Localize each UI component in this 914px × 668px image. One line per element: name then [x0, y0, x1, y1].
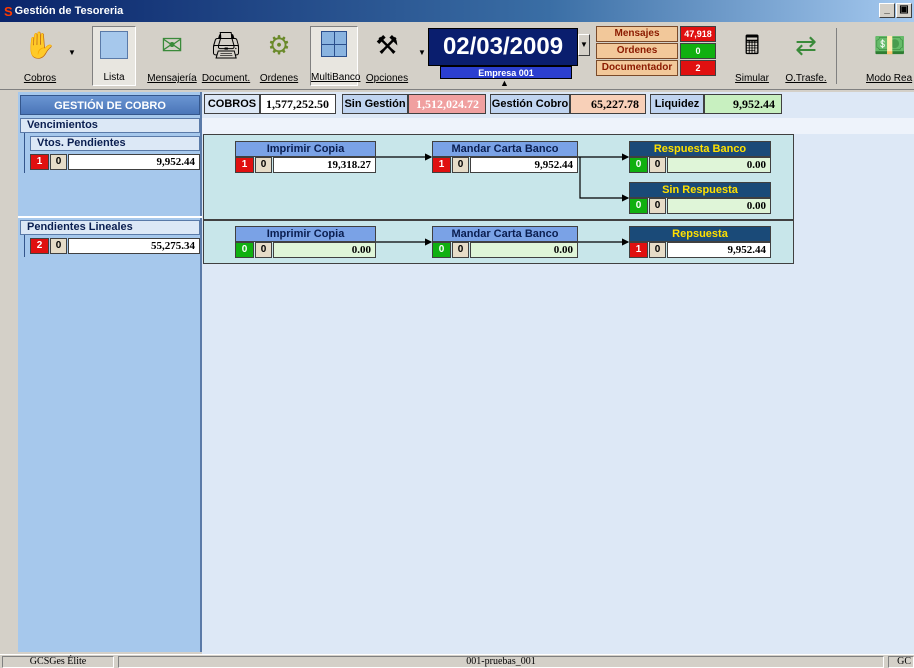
- flow1-respuesta-banco-title[interactable]: Respuesta Banco: [629, 141, 771, 157]
- modo-real-button[interactable]: 💵 Modo Rea: [866, 26, 914, 86]
- tree-line: [24, 235, 25, 257]
- current-date: 02/03/2009: [428, 28, 578, 66]
- pendientes-lineales-counter[interactable]: 2 0 55,275.34: [30, 238, 200, 254]
- gestion-cobro-value: 65,227.78: [570, 94, 646, 114]
- multi-bank-grid-icon: [321, 31, 347, 57]
- gestion-cobro-label[interactable]: Gestión Cobro: [490, 94, 570, 114]
- flow1-mandar-counter[interactable]: 1 0 9,952.44: [432, 157, 578, 173]
- simular-button[interactable]: 🖩 Simular: [730, 26, 774, 86]
- flow1-respuesta-counter[interactable]: 0 0 0.00: [629, 157, 771, 173]
- counter-documentador[interactable]: Documentador 2: [596, 60, 722, 76]
- opciones-dropdown-arrow[interactable]: ▼: [418, 48, 426, 57]
- gears-icon: ⚙: [267, 30, 291, 60]
- restore-button[interactable]: ▣: [896, 3, 912, 18]
- hand-coins-icon: ✋: [23, 30, 57, 60]
- status-app-name: GCSGes Élite: [2, 656, 114, 668]
- tree-vencimientos[interactable]: Vencimientos: [20, 118, 200, 133]
- app-logo-icon: S: [4, 3, 13, 19]
- sin-gestion-value: 1,512,024.72: [408, 94, 486, 114]
- counters-panel: Mensajes 47,918 Ordenes 0 Documentador 2: [596, 26, 722, 78]
- summary-strip: [202, 118, 914, 134]
- minimize-button[interactable]: _: [879, 3, 895, 18]
- title-bar: S Gestión de Tesoreria _ ▣: [0, 0, 914, 22]
- documents-stack-icon: 🖨: [209, 30, 243, 60]
- tree-pendientes-lineales[interactable]: Pendientes Lineales: [20, 220, 200, 235]
- lista-button[interactable]: Lista: [92, 26, 136, 86]
- liquidez-value: 9,952.44: [704, 94, 782, 114]
- calculator-clock-icon: 🖩: [744, 30, 760, 60]
- flow1-sin-respuesta-title[interactable]: Sin Respuesta: [629, 182, 771, 198]
- date-dropdown-button[interactable]: ▼: [578, 34, 590, 56]
- window-controls: _ ▣: [879, 3, 912, 18]
- flow2-mandar-carta-title[interactable]: Mandar Carta Banco: [432, 226, 578, 242]
- left-gutter: [0, 90, 18, 654]
- flow1-sin-respuesta-counter[interactable]: 0 0 0.00: [629, 198, 771, 214]
- ordenes-count: 0: [680, 43, 716, 59]
- panel-title: GESTIÓN DE COBRO: [20, 95, 200, 115]
- tree-vtos-pendientes[interactable]: Vtos. Pendientes: [30, 136, 200, 151]
- toolbar: ✋ Cobros ▼ Lista ✉ Mensajería 🖨 Document…: [0, 22, 914, 90]
- document-button[interactable]: 🖨 Document.: [200, 26, 252, 86]
- ordenes-button[interactable]: ⚙ Ordenes: [254, 26, 304, 86]
- cobro-tree-panel: GESTIÓN DE COBRO Vencimientos Vtos. Pend…: [18, 92, 202, 652]
- cobros-button[interactable]: ✋ Cobros: [18, 26, 62, 86]
- envelope-arrow-icon: ✉: [161, 30, 183, 60]
- flow1-imprimir-copia-title[interactable]: Imprimir Copia: [235, 141, 376, 157]
- opciones-button[interactable]: ⚒ Opciones: [362, 26, 412, 86]
- vtos-pendientes-counter[interactable]: 1 0 9,952.44: [30, 154, 200, 170]
- tools-hammer-icon: ⚒: [375, 30, 399, 60]
- empresa-indicator-icon: ▲: [500, 78, 509, 88]
- counter-mensajes[interactable]: Mensajes 47,918: [596, 26, 722, 42]
- mensajeria-button[interactable]: ✉ Mensajería: [146, 26, 198, 86]
- liquidez-label[interactable]: Liquidez: [650, 94, 704, 114]
- status-right: GC: [888, 656, 914, 668]
- section-divider: [18, 216, 202, 218]
- sin-gestion-label[interactable]: Sin Gestión: [342, 94, 408, 114]
- tree-line: [24, 133, 25, 173]
- mensajes-count: 47,918: [680, 26, 716, 42]
- window-title: Gestión de Tesoreria: [14, 5, 124, 17]
- flow2-respuesta-title[interactable]: Repsuesta: [629, 226, 771, 242]
- counter-ordenes[interactable]: Ordenes 0: [596, 43, 722, 59]
- transfer-icon: ⇄: [795, 30, 817, 60]
- status-bar: GCSGes Élite 001-pruebas_001 GC: [0, 654, 914, 668]
- flow2-imprimir-copia-title[interactable]: Imprimir Copia: [235, 226, 376, 242]
- multibanco-button[interactable]: MultiBanco: [310, 26, 360, 86]
- flow2-mandar-counter[interactable]: 0 0 0.00: [432, 242, 578, 258]
- status-database: 001-pruebas_001: [118, 656, 884, 668]
- flow1-imprimir-counter[interactable]: 1 0 19,318.27: [235, 157, 376, 173]
- otrasfe-button[interactable]: ⇄ O.Trasfe.: [780, 26, 832, 86]
- money-icon: 💵: [873, 30, 907, 60]
- flow2-imprimir-counter[interactable]: 0 0 0.00: [235, 242, 376, 258]
- list-view-icon: [100, 31, 128, 59]
- toolbar-separator: [836, 28, 837, 84]
- cobros-label: COBROS: [204, 94, 260, 114]
- documentador-count: 2: [680, 60, 716, 76]
- cobros-dropdown-arrow[interactable]: ▼: [68, 48, 76, 57]
- flow1-mandar-carta-title[interactable]: Mandar Carta Banco: [432, 141, 578, 157]
- cobros-value: 1,577,252.50: [260, 94, 336, 114]
- flow2-respuesta-counter[interactable]: 1 0 9,952.44: [629, 242, 771, 258]
